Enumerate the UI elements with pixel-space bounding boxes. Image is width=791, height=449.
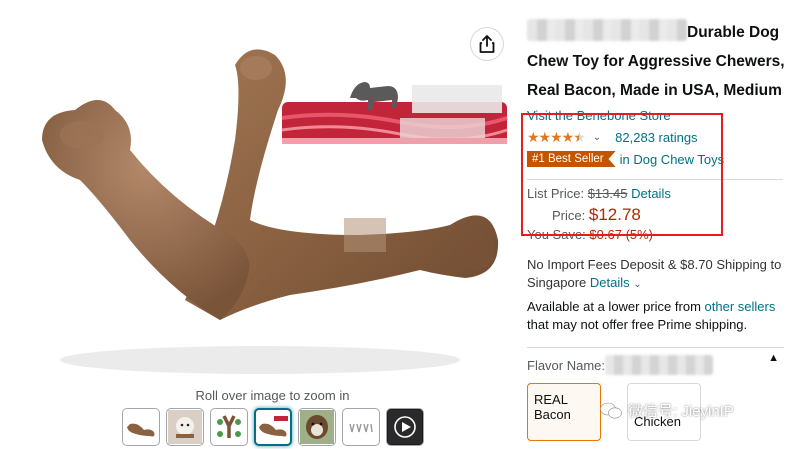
other-sellers-link[interactable]: other sellers <box>705 299 776 314</box>
availability-info: Available at a lower price from other se… <box>527 298 791 334</box>
you-save-value: $0.67 (5%) <box>589 227 654 242</box>
thumbnail-dog-chewing[interactable] <box>298 408 336 446</box>
share-icon <box>479 35 495 53</box>
best-seller-badge[interactable]: #1 Best Seller <box>527 151 616 167</box>
chevron-up-icon[interactable]: ▲ <box>768 352 779 364</box>
flavor-label: Flavor Name: <box>527 357 606 373</box>
you-save-row: You Save: $0.67 (5%) <box>527 227 791 242</box>
list-price-label: List Price: <box>527 186 585 201</box>
swatch-real-bacon[interactable]: REAL Bacon <box>527 383 601 441</box>
rating-row: ★★★★★ ⌄ 82,283 ratings <box>527 129 791 146</box>
watermark-text: 微信号: JieyinIP <box>628 403 734 420</box>
thumbnail-size-chart[interactable] <box>342 408 380 446</box>
price-row: Price: $12.78 <box>527 205 791 225</box>
shipping-text: No Import Fees Deposit & $8.70 Shipping … <box>527 257 782 290</box>
best-seller-category-link[interactable]: in Dog Chew Toys <box>620 152 725 167</box>
list-price-details-link[interactable]: Details <box>631 186 671 201</box>
watermark: 微信号: JieyinIP <box>600 400 734 421</box>
price-value: $12.78 <box>588 205 641 224</box>
swatch-label: REAL Bacon <box>534 392 571 422</box>
availability-text: Available at a lower price from <box>527 299 701 314</box>
flavor-row: Flavor Name: <box>527 355 791 375</box>
thumbnail-strip <box>122 408 424 446</box>
product-info: Durable Dog Chew Toy for Aggressive Chew… <box>527 18 791 441</box>
price-label: Price: <box>552 208 586 223</box>
list-price-row: List Price: $13.45 Details <box>527 186 791 201</box>
thumbnail-infographic[interactable] <box>210 408 248 446</box>
bacon-label <box>281 82 508 144</box>
shipping-info: No Import Fees Deposit & $8.70 Shipping … <box>527 256 791 294</box>
divider <box>527 347 784 348</box>
product-title: Durable Dog Chew Toy for Aggressive Chew… <box>527 18 791 105</box>
shipping-details-link[interactable]: Details <box>590 275 630 290</box>
main-product-image[interactable] <box>20 30 520 380</box>
availability-text-2: that may not offer free Prime shipping. <box>527 317 748 332</box>
wechat-icon <box>600 402 622 418</box>
zoom-hint: Roll over image to zoom in <box>195 388 350 403</box>
chevron-down-icon[interactable]: ⌄ <box>633 279 641 290</box>
you-save-label: You Save: <box>527 227 586 242</box>
star-rating-icon[interactable]: ★★★★★ <box>527 129 586 146</box>
store-link[interactable]: Visit the Benebone Store <box>527 108 671 123</box>
ratings-count-link[interactable]: 82,283 ratings <box>615 130 697 145</box>
blurred-brand <box>527 19 687 41</box>
product-title-rest: Chew Toy for Aggressive Chewers, Real Ba… <box>527 53 785 99</box>
image-pane: Roll over image to zoom in <box>0 0 520 449</box>
thumbnail-wishbone[interactable] <box>122 408 160 446</box>
list-price-value: $13.45 <box>587 186 628 201</box>
divider <box>527 179 783 180</box>
thumbnail-video[interactable] <box>386 408 424 446</box>
thumbnail-dog-with-toy[interactable] <box>166 408 204 446</box>
best-seller-row: #1 Best Seller in Dog Chew Toys <box>527 151 791 167</box>
product-title-visible-part: Durable Dog <box>687 24 780 41</box>
chevron-down-icon[interactable]: ⌄ <box>593 132 601 143</box>
blurred-flavor-value <box>605 355 714 375</box>
share-button[interactable] <box>471 28 503 60</box>
play-icon <box>388 410 422 444</box>
thumbnail-wishbone-selected[interactable] <box>254 408 292 446</box>
